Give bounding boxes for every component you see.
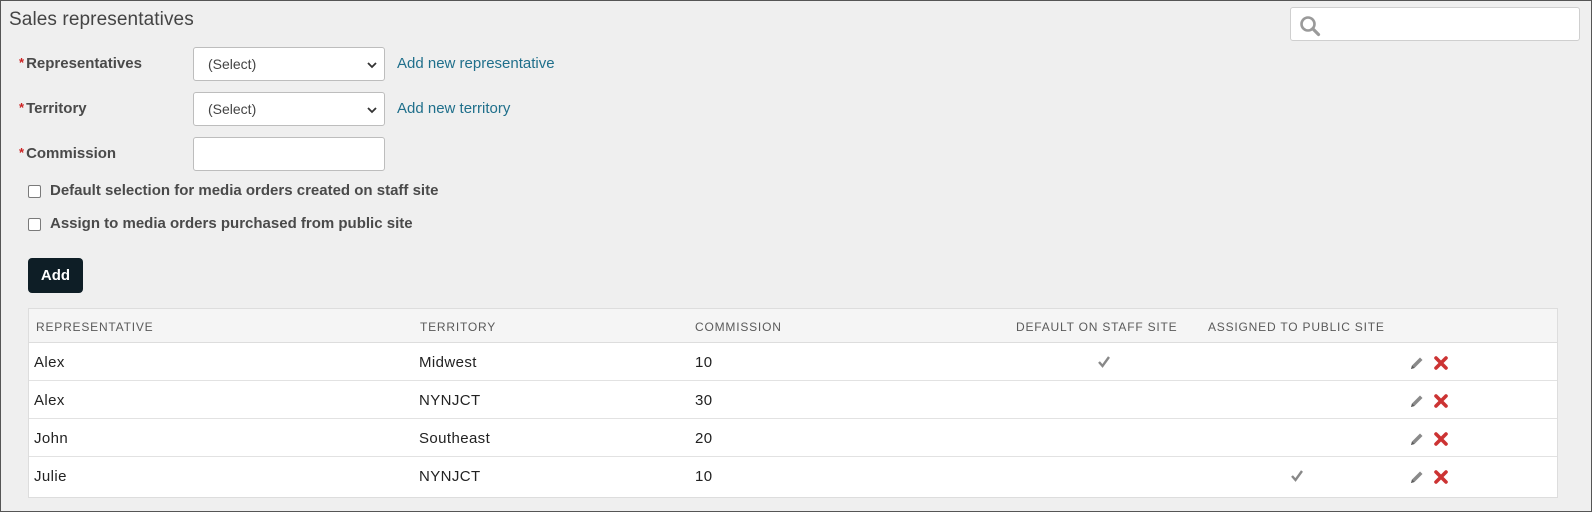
- cell-representative: Alex: [34, 392, 65, 409]
- column-header-assigned-public[interactable]: ASSIGNED TO PUBLIC SITE: [1208, 320, 1385, 334]
- close-icon[interactable]: [1433, 469, 1449, 485]
- territory-label-text: Territory: [26, 100, 87, 117]
- close-icon[interactable]: [1433, 355, 1449, 371]
- required-marker: *: [19, 55, 25, 70]
- add-button[interactable]: Add: [28, 258, 83, 293]
- required-marker: *: [19, 145, 25, 160]
- representatives-table: REPRESENTATIVE TERRITORY COMMISSION DEFA…: [28, 308, 1558, 498]
- table-row: Julie NYNJCT 10: [29, 457, 1557, 495]
- add-new-territory-link[interactable]: Add new territory: [397, 100, 510, 117]
- table-row: Alex NYNJCT 30: [29, 381, 1557, 419]
- cell-commission: 10: [695, 354, 713, 371]
- pencil-icon[interactable]: [1409, 469, 1425, 485]
- territory-select[interactable]: (Select): [193, 92, 385, 126]
- column-header-territory[interactable]: TERRITORY: [420, 320, 496, 334]
- cell-commission: 30: [695, 392, 713, 409]
- representatives-label-text: Representatives: [26, 55, 142, 72]
- default-staff-checkbox[interactable]: [28, 185, 41, 198]
- page-title: Sales representatives: [9, 9, 194, 30]
- commission-label: * Commission: [19, 145, 116, 162]
- chevron-down-icon: [367, 107, 377, 114]
- close-icon[interactable]: [1433, 393, 1449, 409]
- representatives-row: * Representatives (Select) Add new repres…: [1, 47, 701, 81]
- add-new-representative-link[interactable]: Add new representative: [397, 55, 555, 72]
- close-icon[interactable]: [1433, 431, 1449, 447]
- representatives-select[interactable]: (Select): [193, 47, 385, 81]
- chevron-down-icon: [367, 62, 377, 69]
- column-header-representative[interactable]: REPRESENTATIVE: [36, 320, 153, 334]
- table-header: REPRESENTATIVE TERRITORY COMMISSION DEFA…: [29, 309, 1557, 343]
- required-marker: *: [19, 100, 25, 115]
- checkmark-icon: [1098, 356, 1110, 368]
- search-icon: [1300, 16, 1321, 37]
- cell-representative: Alex: [34, 354, 65, 371]
- cell-commission: 10: [695, 468, 713, 485]
- search-box[interactable]: [1290, 7, 1580, 41]
- territory-select-value: (Select): [208, 101, 257, 117]
- territory-label: * Territory: [19, 100, 87, 117]
- assign-public-checkbox[interactable]: [28, 218, 41, 231]
- pencil-icon[interactable]: [1409, 355, 1425, 371]
- cell-commission: 20: [695, 430, 713, 447]
- column-header-commission[interactable]: COMMISSION: [695, 320, 782, 334]
- territory-row: * Territory (Select) Add new territory: [1, 92, 701, 126]
- cell-territory: NYNJCT: [419, 468, 481, 485]
- commission-row: * Commission: [1, 137, 701, 171]
- assign-public-label: Assign to media orders purchased from pu…: [50, 215, 413, 232]
- commission-input[interactable]: [193, 137, 385, 171]
- representatives-label: * Representatives: [19, 55, 142, 72]
- search-input[interactable]: [1325, 11, 1573, 37]
- assign-public-row: Assign to media orders purchased from pu…: [28, 215, 728, 237]
- checkmark-icon: [1291, 470, 1303, 482]
- cell-representative: John: [34, 430, 69, 447]
- pencil-icon[interactable]: [1409, 431, 1425, 447]
- cell-territory: Southeast: [419, 430, 491, 447]
- cell-territory: Midwest: [419, 354, 477, 371]
- default-staff-label: Default selection for media orders creat…: [50, 182, 439, 199]
- commission-label-text: Commission: [26, 145, 117, 162]
- cell-territory: NYNJCT: [419, 392, 481, 409]
- table-row: John Southeast 20: [29, 419, 1557, 457]
- column-header-default-staff[interactable]: DEFAULT ON STAFF SITE: [1016, 320, 1178, 334]
- pencil-icon[interactable]: [1409, 393, 1425, 409]
- sales-representatives-panel: Sales representatives * Representatives (…: [0, 0, 1592, 512]
- default-staff-row: Default selection for media orders creat…: [28, 182, 728, 204]
- table-row: Alex Midwest 10: [29, 343, 1557, 381]
- cell-representative: Julie: [34, 468, 67, 485]
- representatives-select-value: (Select): [208, 56, 257, 72]
